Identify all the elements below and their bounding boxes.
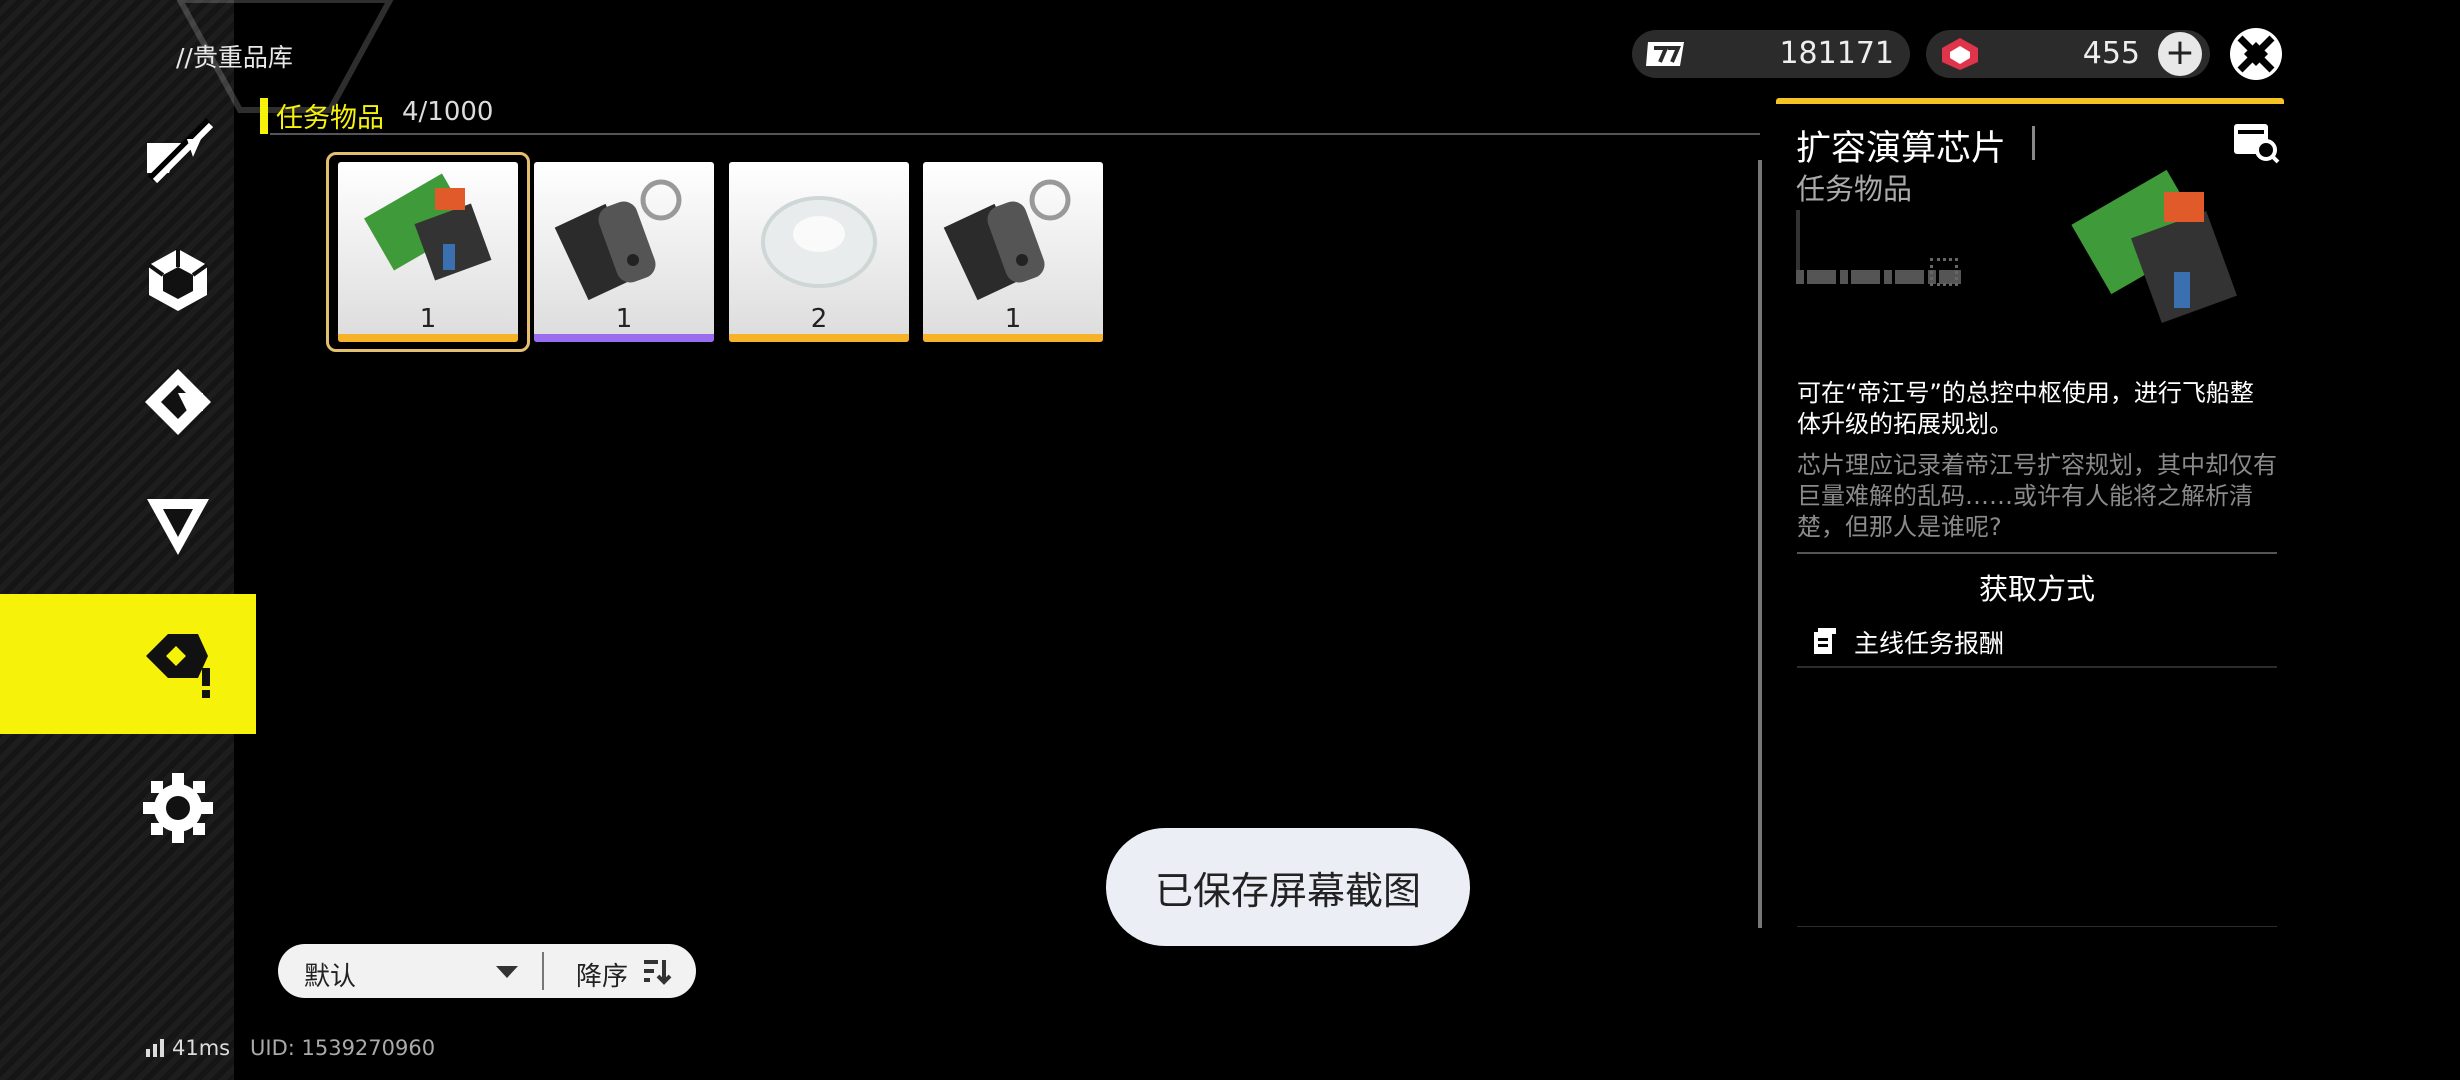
- sidebar-item-mission-items[interactable]: [0, 594, 256, 734]
- source-divider: [1797, 666, 2277, 668]
- detail-item-image: [2071, 169, 2237, 323]
- stylus-icon: [147, 118, 214, 184]
- add-gems-button[interactable]: +: [2158, 32, 2202, 76]
- ping-value: 41ms: [172, 1036, 231, 1060]
- close-icon: [2237, 35, 2275, 73]
- sort-order-icon[interactable]: [642, 956, 672, 986]
- rarity-bar: [534, 334, 714, 342]
- sidebar-item-settings[interactable]: [136, 766, 220, 850]
- screenshot-toast: 已保存屏幕截图: [1106, 828, 1470, 946]
- breadcrumb: //贵重品库: [176, 43, 293, 72]
- uid-label: UID: 1539270960: [250, 1036, 436, 1060]
- source-title: 获取方式: [1978, 572, 2095, 606]
- category-accent-bar: [260, 98, 268, 134]
- decorative-line: [1796, 210, 1800, 270]
- item-quantity: 1: [419, 304, 437, 334]
- category-title: 任务物品: [276, 103, 384, 134]
- detail-flavor-text: 芯片理应记录着帝江号扩容规划，其中却仅有巨量难解的乱码……或许有人能将之解析清楚…: [1797, 451, 2277, 541]
- item-slot[interactable]: 1: [534, 162, 714, 342]
- item-slot[interactable]: 1: [338, 162, 518, 342]
- source-item-label: 主线任务报酬: [1854, 629, 2005, 658]
- title-divider: [2032, 126, 2035, 160]
- quest-icon: [1814, 628, 1836, 654]
- ping-indicator: 41ms: [146, 1036, 230, 1060]
- sidebar-item-mission-icon-wrap: [136, 622, 220, 706]
- sidebar: [0, 0, 234, 1080]
- diamond-badge-icon: [145, 369, 211, 435]
- rarity-bar: [923, 334, 1103, 342]
- item-slot[interactable]: 2: [729, 162, 909, 342]
- detail-description: 可在“帝江号”的总控中枢使用，进行飞船整体升级的拓展规划。: [1797, 379, 2254, 438]
- sidebar-item-triangle[interactable]: [136, 484, 220, 568]
- category-count: 4/1000: [402, 97, 494, 127]
- credits-pill: 181171: [1632, 30, 1910, 78]
- item-quantity: 1: [1004, 304, 1022, 334]
- item-slot[interactable]: 1: [923, 162, 1103, 342]
- gem-icon: [1940, 36, 1980, 72]
- rarity-bar: [338, 334, 518, 342]
- sidebar-item-cube[interactable]: [136, 238, 220, 322]
- tag-image: [534, 162, 714, 312]
- chip-image: [338, 162, 518, 312]
- sidebar-item-stylus[interactable]: [136, 108, 220, 192]
- credits-value: 181171: [1779, 36, 1894, 71]
- credits-icon: [1646, 36, 1686, 72]
- detail-divider: [1797, 552, 2277, 554]
- qr-icon: [1930, 258, 1958, 286]
- item-quantity: 1: [615, 304, 633, 334]
- list-scrollbar[interactable]: [1758, 160, 1762, 928]
- sidebar-item-badge[interactable]: [136, 360, 220, 444]
- gems-value: 455: [2082, 36, 2140, 71]
- detail-title: 扩容演算芯片: [1796, 129, 2007, 169]
- rarity-bar: [729, 334, 909, 342]
- mission-item-icon: [146, 634, 210, 698]
- detail-type: 任务物品: [1796, 172, 1913, 206]
- close-button[interactable]: [2230, 28, 2282, 80]
- detail-panel-accent: [1776, 98, 2284, 104]
- chevron-down-icon[interactable]: [496, 966, 518, 978]
- sort-bar: 默认 降序: [278, 944, 696, 998]
- sort-dropdown[interactable]: 默认: [304, 956, 356, 993]
- order-toggle[interactable]: 降序: [576, 956, 628, 993]
- source-item[interactable]: 主线任务报酬: [1812, 624, 2004, 660]
- tag-image: [923, 162, 1103, 312]
- item-quantity: 2: [810, 304, 828, 334]
- panel-bottom-divider: [1797, 926, 2277, 927]
- signal-icon: [146, 1039, 164, 1057]
- crystal-image: [729, 162, 909, 312]
- gear-icon: [143, 773, 213, 843]
- category-divider: [270, 133, 1760, 135]
- cube-icon: [147, 249, 209, 311]
- triangle-icon: [147, 499, 209, 555]
- sort-divider: [542, 952, 544, 990]
